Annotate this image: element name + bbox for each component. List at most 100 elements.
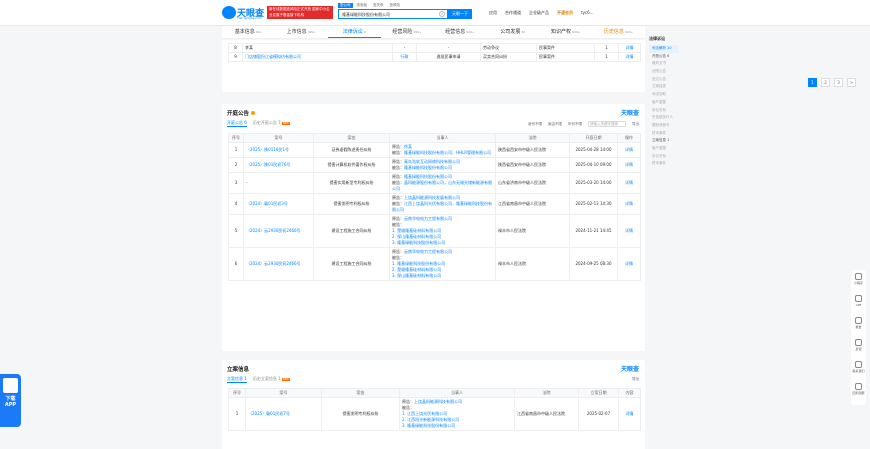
tab-history-filing[interactable]: 历史立案信息 1 NEW: [253, 376, 290, 383]
case-number[interactable]: （2025）赣01民初7号: [245, 397, 322, 431]
search-button[interactable]: 天眼一下: [448, 9, 472, 19]
toolbar-item[interactable]: 报告: [851, 314, 866, 336]
case-number[interactable]: （2024）云2930民初2466号: [243, 247, 314, 281]
party-line[interactable]: 被告：江西上饶晶科光伏有限公司，隆基绿能科技股份有限公司: [392, 201, 493, 213]
tab-history-court-notice[interactable]: 历史开庭公告 7 NEW: [253, 120, 290, 127]
search-value: 隆基绿能科技股份有限公司: [342, 12, 390, 17]
side-nav-item[interactable]: 失信被执行人: [649, 114, 679, 122]
side-nav-item[interactable]: 诉讼关系: [649, 107, 679, 115]
export-button[interactable]: 导出: [632, 122, 639, 127]
search-tab[interactable]: 查关系: [371, 3, 386, 8]
toolbar-item[interactable]: 联系我们: [851, 358, 866, 380]
case-reason: 建设工程施工合同纠纷: [313, 247, 390, 281]
side-nav-item[interactable]: 开庭公告 6: [649, 53, 679, 61]
toolbar-item[interactable]: 反馈: [851, 336, 866, 358]
side-nav-item[interactable]: 立案信息: [649, 83, 679, 91]
tab-5[interactable]: 经营信息999+: [434, 26, 487, 38]
search-tabs: 查公司 查老板 查关系 查风险: [338, 3, 402, 8]
table-cell[interactable]: 门店铺股份江省模拟仿有限公司: [242, 52, 393, 62]
filter-reason[interactable]: 案由不限: [548, 122, 562, 127]
court-name: 陕西省西安市中级人民法院: [495, 157, 570, 173]
toolbar-item[interactable]: 小程序: [851, 270, 866, 292]
tab-court-notice[interactable]: 开庭公告 6: [227, 120, 247, 127]
court-search-input[interactable]: 请输入关键字搜索: [588, 121, 626, 127]
tab-6[interactable]: 公司发展30: [486, 26, 539, 38]
side-nav-item[interactable]: 终本案件: [649, 160, 679, 168]
page-button[interactable]: 2: [821, 78, 830, 87]
case-number[interactable]: （2024）云2930民初2466号: [243, 214, 314, 248]
side-nav-item[interactable]: 诉讼关系: [649, 153, 679, 161]
tab-8[interactable]: 历史信息999+: [592, 26, 645, 38]
side-nav-item[interactable]: 送达公告: [649, 76, 679, 84]
table-cell[interactable]: 详情: [618, 43, 641, 53]
header-nav-item[interactable]: 应用: [489, 10, 497, 16]
table-cell: 买卖合同纠纷: [480, 52, 537, 62]
header-nav-item[interactable]: tyc6...: [581, 10, 594, 16]
side-nav-item[interactable]: 司法协助: [649, 91, 679, 99]
table-row: 1 （2025）赣01民初7号 侵害发明专利权纠纷 原告：上饶晶科能源科技有限公司 被告…: [228, 397, 641, 431]
download-label-app: APP: [4, 402, 17, 408]
table-cell[interactable]: 详情: [618, 52, 641, 62]
side-nav-item[interactable]: 司法解析 10: [649, 45, 679, 53]
party-line[interactable]: 3. 隆基绿能科技股份有限公司: [402, 423, 512, 429]
tool-label: 回到顶部: [852, 391, 865, 395]
logo[interactable]: 天眼查 TianYanCha.com: [222, 6, 266, 20]
tab-filing[interactable]: 立案信息 1: [227, 376, 247, 383]
header-nav-item[interactable]: 开通会员: [557, 10, 573, 16]
page-button[interactable]: 1: [808, 78, 817, 87]
case-number[interactable]: （2025）陕0116民1号: [243, 142, 314, 158]
side-nav-item[interactable]: 破产重整: [649, 145, 679, 153]
side-nav-item[interactable]: 终本案件: [649, 130, 679, 138]
download-app-button[interactable]: 下载 APP: [0, 374, 21, 427]
party-line[interactable]: 3. 隆基绿能科技股份有限公司: [392, 240, 493, 246]
tab-3[interactable]: 法律诉讼9: [327, 26, 381, 38]
filter-year[interactable]: 年份不限: [568, 122, 582, 127]
case-number[interactable]: （2025）陕01民初76号: [243, 157, 314, 173]
tab-2[interactable]: 上市信息999+: [275, 26, 328, 38]
toolbar-item[interactable]: APP: [851, 292, 866, 314]
side-nav-item[interactable]: 破产重整: [649, 99, 679, 107]
details-link[interactable]: 详情: [617, 157, 641, 173]
case-number[interactable]: （2024）赣01民初3号: [243, 193, 314, 215]
page-button[interactable]: >: [847, 78, 856, 87]
party-line[interactable]: 被告：隆基绿能科技股份有限公司: [392, 165, 493, 171]
search-input[interactable]: 隆基绿能科技股份有限公司 ×: [338, 9, 448, 19]
header-nav-item[interactable]: 合作通道: [505, 10, 521, 16]
search-tab[interactable]: 查老板: [355, 3, 370, 8]
details-link[interactable]: 详情: [617, 142, 641, 158]
party-line[interactable]: 被告：晶科能源股份有限公司，山东无锡光储新能源有限公司: [392, 180, 493, 192]
side-nav-item[interactable]: 立案信息 1: [649, 137, 679, 145]
case-reason: 证券虚假陈述责任纠纷: [313, 142, 390, 158]
party-line[interactable]: 3. 保山隆基硅材料有限公司: [392, 273, 493, 279]
clear-icon[interactable]: ×: [439, 11, 445, 17]
table-row: 4 （2024）赣01民初3号 侵害发明专利权纠纷 原告：上饶晶科能源科技发展有限公司…: [228, 193, 641, 215]
table-cell[interactable]: 李某: [242, 43, 393, 53]
tab-7[interactable]: 知识产权999+: [539, 26, 592, 38]
filter-identity[interactable]: 身份不限: [528, 122, 542, 127]
case-number: -: [243, 172, 314, 194]
search-tab[interactable]: 查风险: [388, 3, 403, 8]
header-nav-item[interactable]: 企业级产品: [529, 10, 549, 16]
table-header: 法院: [514, 388, 579, 398]
party-line[interactable]: 被告：隆基绿能科技股份有限公司、HHLR管理有限公司: [392, 150, 493, 156]
promo-banner[interactable]: 新在线数据查风险正式开放 国家中小企业发展子基金旗下机构: [267, 6, 333, 19]
side-nav-item[interactable]: 限制消费令: [649, 122, 679, 130]
tab-1[interactable]: 基本信息99+: [222, 26, 275, 38]
details-link[interactable]: 详情: [617, 247, 641, 281]
details-link[interactable]: 详情: [617, 193, 641, 215]
tab-label: 公司发展: [500, 29, 521, 35]
search-tab[interactable]: 查公司: [338, 3, 353, 8]
side-nav-item[interactable]: 法院公告: [649, 68, 679, 76]
export-button[interactable]: 导出: [632, 377, 639, 382]
tab-count: 9: [363, 30, 366, 34]
tab-4[interactable]: 经营风险999+: [381, 26, 434, 38]
court-name: 陕西省西安市中级人民法院: [495, 142, 570, 158]
pagination: 1 2 3 >: [808, 78, 856, 87]
details-link[interactable]: 详情: [617, 172, 641, 194]
page-button[interactable]: 3: [834, 78, 843, 87]
court-filters: 身份不限 案由不限 年份不限 请输入关键字搜索 导出: [528, 121, 639, 127]
side-nav-item[interactable]: 裁判文书: [649, 60, 679, 68]
toolbar-item[interactable]: 回到顶部: [851, 380, 866, 402]
details-link[interactable]: 详情: [617, 214, 641, 248]
details-link[interactable]: 详情: [618, 397, 641, 431]
